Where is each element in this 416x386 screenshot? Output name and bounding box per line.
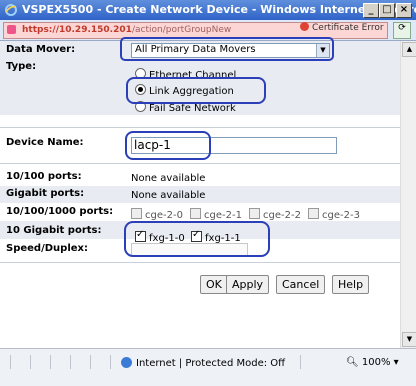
maximize-button[interactable]: □ <box>379 3 395 18</box>
annotation-highlight <box>125 131 211 160</box>
divider <box>10 355 11 369</box>
divider <box>30 355 31 369</box>
certificate-error-button[interactable]: Certificate Error <box>300 22 384 33</box>
ports-10g-label: 10 Gigabit ports: <box>6 225 102 236</box>
page-icon <box>7 25 16 34</box>
ports-100-value: None available <box>131 173 206 184</box>
data-mover-label: Data Mover: <box>6 44 76 55</box>
annotation-highlight <box>126 77 266 104</box>
refresh-icon[interactable]: ⟳ <box>393 22 411 39</box>
title-bar: VSPEX5500 - Create Network Device - Wind… <box>0 0 416 20</box>
ie-logo-icon <box>5 4 17 16</box>
vertical-scrollbar[interactable]: ▲ ▼ <box>400 41 416 348</box>
minimize-button[interactable]: _ <box>363 3 379 18</box>
divider <box>0 262 400 263</box>
scroll-down-icon[interactable]: ▼ <box>402 332 416 347</box>
zoom-icon: 🔍︎ <box>346 357 359 368</box>
checkbox-icon <box>249 208 260 219</box>
ports-100-row: 10/100 ports: None available <box>0 169 400 186</box>
form-area: Data Mover: All Primary Data Movers ▼ Ty… <box>0 37 400 348</box>
checkbox-cge-2-2[interactable]: cge-2-2 <box>249 208 301 221</box>
annotation-highlight <box>124 221 270 257</box>
checkbox-icon <box>131 208 142 219</box>
url-host: https://10.29.150.201 <box>22 25 132 35</box>
checkbox-cge-2-0[interactable]: cge-2-0 <box>131 208 183 221</box>
divider <box>0 163 400 164</box>
button-row: OK Apply Cancel Help <box>0 275 400 295</box>
apply-button[interactable]: Apply <box>226 275 270 294</box>
close-button[interactable]: × <box>396 3 412 18</box>
divider <box>110 355 111 369</box>
checkbox-icon <box>190 208 201 219</box>
ports-gigabit-label: Gigabit ports: <box>6 188 85 199</box>
speed-label: Speed/Duplex: <box>6 243 88 254</box>
device-name-label: Device Name: <box>6 137 84 148</box>
ports-100-label: 10/100 ports: <box>6 171 82 182</box>
security-zone[interactable]: Internet | Protected Mode: Off <box>121 357 285 369</box>
scroll-up-icon[interactable]: ▲ <box>402 42 416 57</box>
status-bar: Internet | Protected Mode: Off 🔍︎ 100% ▾ <box>0 348 416 386</box>
divider <box>300 355 301 369</box>
annotation-highlight <box>120 37 334 61</box>
checkbox-cge-2-3[interactable]: cge-2-3 <box>308 208 360 221</box>
divider <box>50 355 51 369</box>
window-title: VSPEX5500 - Create Network Device - Wind… <box>22 3 416 16</box>
checkbox-icon <box>308 208 319 219</box>
divider <box>0 127 400 128</box>
ports-1000-label: 10/100/1000 ports: <box>6 206 114 217</box>
zoom-level[interactable]: 🔍︎ 100% ▾ <box>346 357 399 368</box>
divider <box>70 355 71 369</box>
ports-1000-row: 10/100/1000 ports: cge-2-0 cge-2-1 cge-2… <box>0 203 400 221</box>
url-path: /action/portGroupNew <box>132 25 232 35</box>
globe-icon <box>121 357 132 368</box>
divider <box>90 355 91 369</box>
ok-button[interactable]: OK <box>200 275 228 294</box>
ports-gigabit-row: Gigabit ports: None available <box>0 186 400 203</box>
type-label: Type: <box>6 61 37 72</box>
shield-error-icon <box>300 22 309 31</box>
ports-gigabit-value: None available <box>131 190 206 201</box>
checkbox-cge-2-1[interactable]: cge-2-1 <box>190 208 242 221</box>
help-button[interactable]: Help <box>332 275 370 294</box>
cancel-button[interactable]: Cancel <box>276 275 326 294</box>
